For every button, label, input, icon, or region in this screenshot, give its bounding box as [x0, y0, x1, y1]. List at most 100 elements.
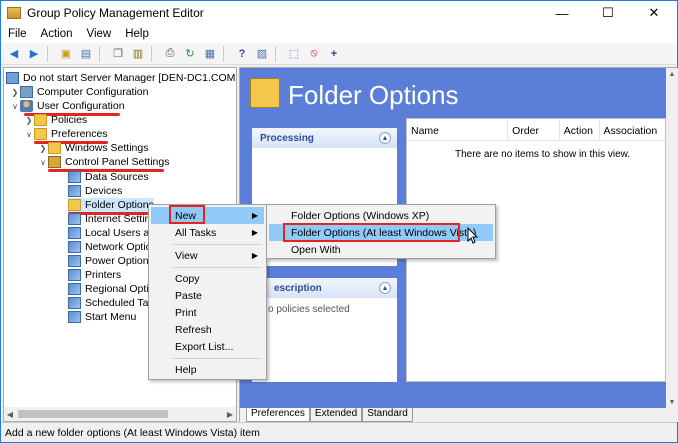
user-configuration-label: User Configuration [37, 100, 125, 112]
print-icon[interactable]: ⎙ [161, 45, 179, 63]
menu-separator [173, 358, 261, 359]
tree-root[interactable]: Do not start Server Manager [DEN-DC1.COM… [6, 71, 236, 85]
expand-icon[interactable]: ❯ [38, 144, 48, 153]
tree-item[interactable]: Data Sources [68, 170, 149, 184]
submenu-folder-options-xp[interactable]: Folder Options (Windows XP) [269, 207, 493, 224]
menu-bar: File Action View Help [1, 25, 677, 43]
description-label: escription [274, 282, 322, 294]
scroll-left-icon[interactable]: ◀ [4, 407, 16, 421]
tree-item[interactable]: Start Menu [68, 310, 136, 324]
policies-label: Policies [51, 114, 88, 126]
collapse-icon[interactable]: ∨ [38, 158, 48, 167]
tree-computer-configuration[interactable]: ❯ Computer Configuration [10, 85, 148, 99]
app-window: Group Policy Management Editor — ☐ ✕ Fil… [0, 0, 678, 443]
back-arrow-icon[interactable]: ◀ [5, 45, 23, 63]
tab-preferences[interactable]: Preferences [246, 408, 310, 422]
properties-icon[interactable]: ▧ [253, 45, 271, 63]
tree-preferences[interactable]: ∨ Preferences [24, 127, 108, 141]
tab-extended[interactable]: Extended [309, 408, 363, 422]
preferences-label: Preferences [51, 128, 108, 140]
tree-item[interactable]: Power Options [68, 254, 154, 268]
column-association[interactable]: Association [600, 119, 665, 140]
tree-item[interactable]: Devices [68, 184, 122, 198]
empty-list-message: There are no items to show in this view. [455, 149, 631, 160]
menu-item-label: Export List... [175, 340, 234, 353]
scroll-down-icon[interactable]: ▼ [666, 396, 678, 408]
chevron-up-icon[interactable]: ▲ [379, 282, 391, 294]
paste-icon[interactable]: ▥ [129, 45, 147, 63]
menu-action[interactable]: Action [34, 28, 80, 40]
column-order[interactable]: Order [508, 119, 560, 140]
scrollbar-thumb[interactable] [18, 410, 168, 418]
context-menu-refresh[interactable]: Refresh [151, 321, 264, 338]
expand-icon[interactable]: ❯ [24, 116, 34, 125]
submenu-open-with[interactable]: Open With [269, 241, 493, 258]
details-vertical-scrollbar[interactable]: ▲ ▼ [666, 68, 678, 408]
tree-item[interactable]: Internet Setting [68, 212, 156, 226]
tree-item[interactable]: Local Users and [68, 226, 161, 240]
tree-item-label: Folder Options [85, 199, 154, 211]
tree-item-folder-options[interactable]: Folder Options [68, 198, 154, 212]
tree-item[interactable]: Printers [68, 268, 121, 282]
menu-help[interactable]: Help [118, 28, 156, 40]
up-folder-icon[interactable]: ▣ [57, 45, 75, 63]
forward-arrow-icon[interactable]: ▶ [25, 45, 43, 63]
regional-options-icon [68, 283, 81, 295]
devices-icon [68, 185, 81, 197]
tree-item[interactable]: Network Option [68, 240, 157, 254]
tree-windows-settings[interactable]: ❯ Windows Settings [38, 141, 148, 155]
tree-control-panel-settings[interactable]: ∨ Control Panel Settings [38, 155, 169, 169]
menu-item-label: All Tasks [175, 226, 217, 239]
folder-icon [34, 128, 47, 140]
menu-item-label: Paste [175, 289, 202, 302]
description-panel-header: escription ▲ [252, 278, 397, 298]
stop-icon[interactable]: ⦸ [305, 45, 323, 63]
menu-separator [173, 267, 261, 268]
tree-user-configuration[interactable]: ∨ User Configuration [10, 99, 125, 113]
network-options-icon [68, 241, 81, 253]
expand-icon[interactable]: ❯ [10, 88, 20, 97]
copy-icon[interactable]: ❐ [109, 45, 127, 63]
column-name[interactable]: Name [407, 119, 509, 140]
new-item-icon[interactable]: ⬚ [285, 45, 303, 63]
context-menu-new[interactable]: New ▶ [151, 207, 264, 224]
show-tree-icon[interactable]: ▤ [77, 45, 95, 63]
context-menu-all-tasks[interactable]: All Tasks ▶ [151, 224, 264, 241]
tree-horizontal-scrollbar[interactable]: ◀ ▶ [4, 407, 236, 421]
export-icon[interactable]: ▦ [201, 45, 219, 63]
tree-item-label: Data Sources [85, 171, 149, 183]
user-icon [20, 100, 33, 112]
minimize-button[interactable]: — [539, 1, 585, 25]
scroll-right-icon[interactable]: ▶ [224, 407, 236, 421]
context-menu-copy[interactable]: Copy [151, 270, 264, 287]
tab-standard[interactable]: Standard [362, 408, 413, 422]
refresh-icon[interactable]: ↻ [181, 45, 199, 63]
chevron-up-icon[interactable]: ▲ [379, 132, 391, 144]
toolbar-separator [275, 45, 281, 62]
maximize-button[interactable]: ☐ [585, 1, 631, 25]
tree-item[interactable]: Scheduled Task [68, 296, 159, 310]
collapse-icon[interactable]: ∨ [10, 102, 20, 111]
menu-file[interactable]: File [1, 28, 34, 40]
column-action[interactable]: Action [560, 119, 600, 140]
submenu-arrow-icon: ▶ [251, 251, 258, 260]
context-menu-paste[interactable]: Paste [151, 287, 264, 304]
windows-settings-label: Windows Settings [65, 142, 149, 154]
scroll-up-icon[interactable]: ▲ [666, 68, 678, 80]
tree-policies[interactable]: ❯ Policies [24, 113, 87, 127]
add-icon[interactable]: + [325, 45, 343, 63]
folder-options-banner-icon [250, 78, 280, 108]
menu-view[interactable]: View [80, 28, 119, 40]
view-tabs: Preferences Extended Standard [240, 408, 678, 422]
menu-separator [173, 244, 261, 245]
tree-item-label: Printers [85, 269, 122, 281]
collapse-icon[interactable]: ∨ [24, 130, 34, 139]
close-button[interactable]: ✕ [631, 1, 677, 25]
help-icon[interactable]: ? [233, 45, 251, 63]
context-menu-print[interactable]: Print [151, 304, 264, 321]
context-menu-view[interactable]: View ▶ [151, 247, 264, 264]
tree-item[interactable]: Regional Option [68, 282, 160, 296]
context-menu-export-list[interactable]: Export List... [151, 338, 264, 355]
context-menu-help[interactable]: Help [151, 361, 264, 378]
internet-settings-icon [68, 213, 81, 225]
